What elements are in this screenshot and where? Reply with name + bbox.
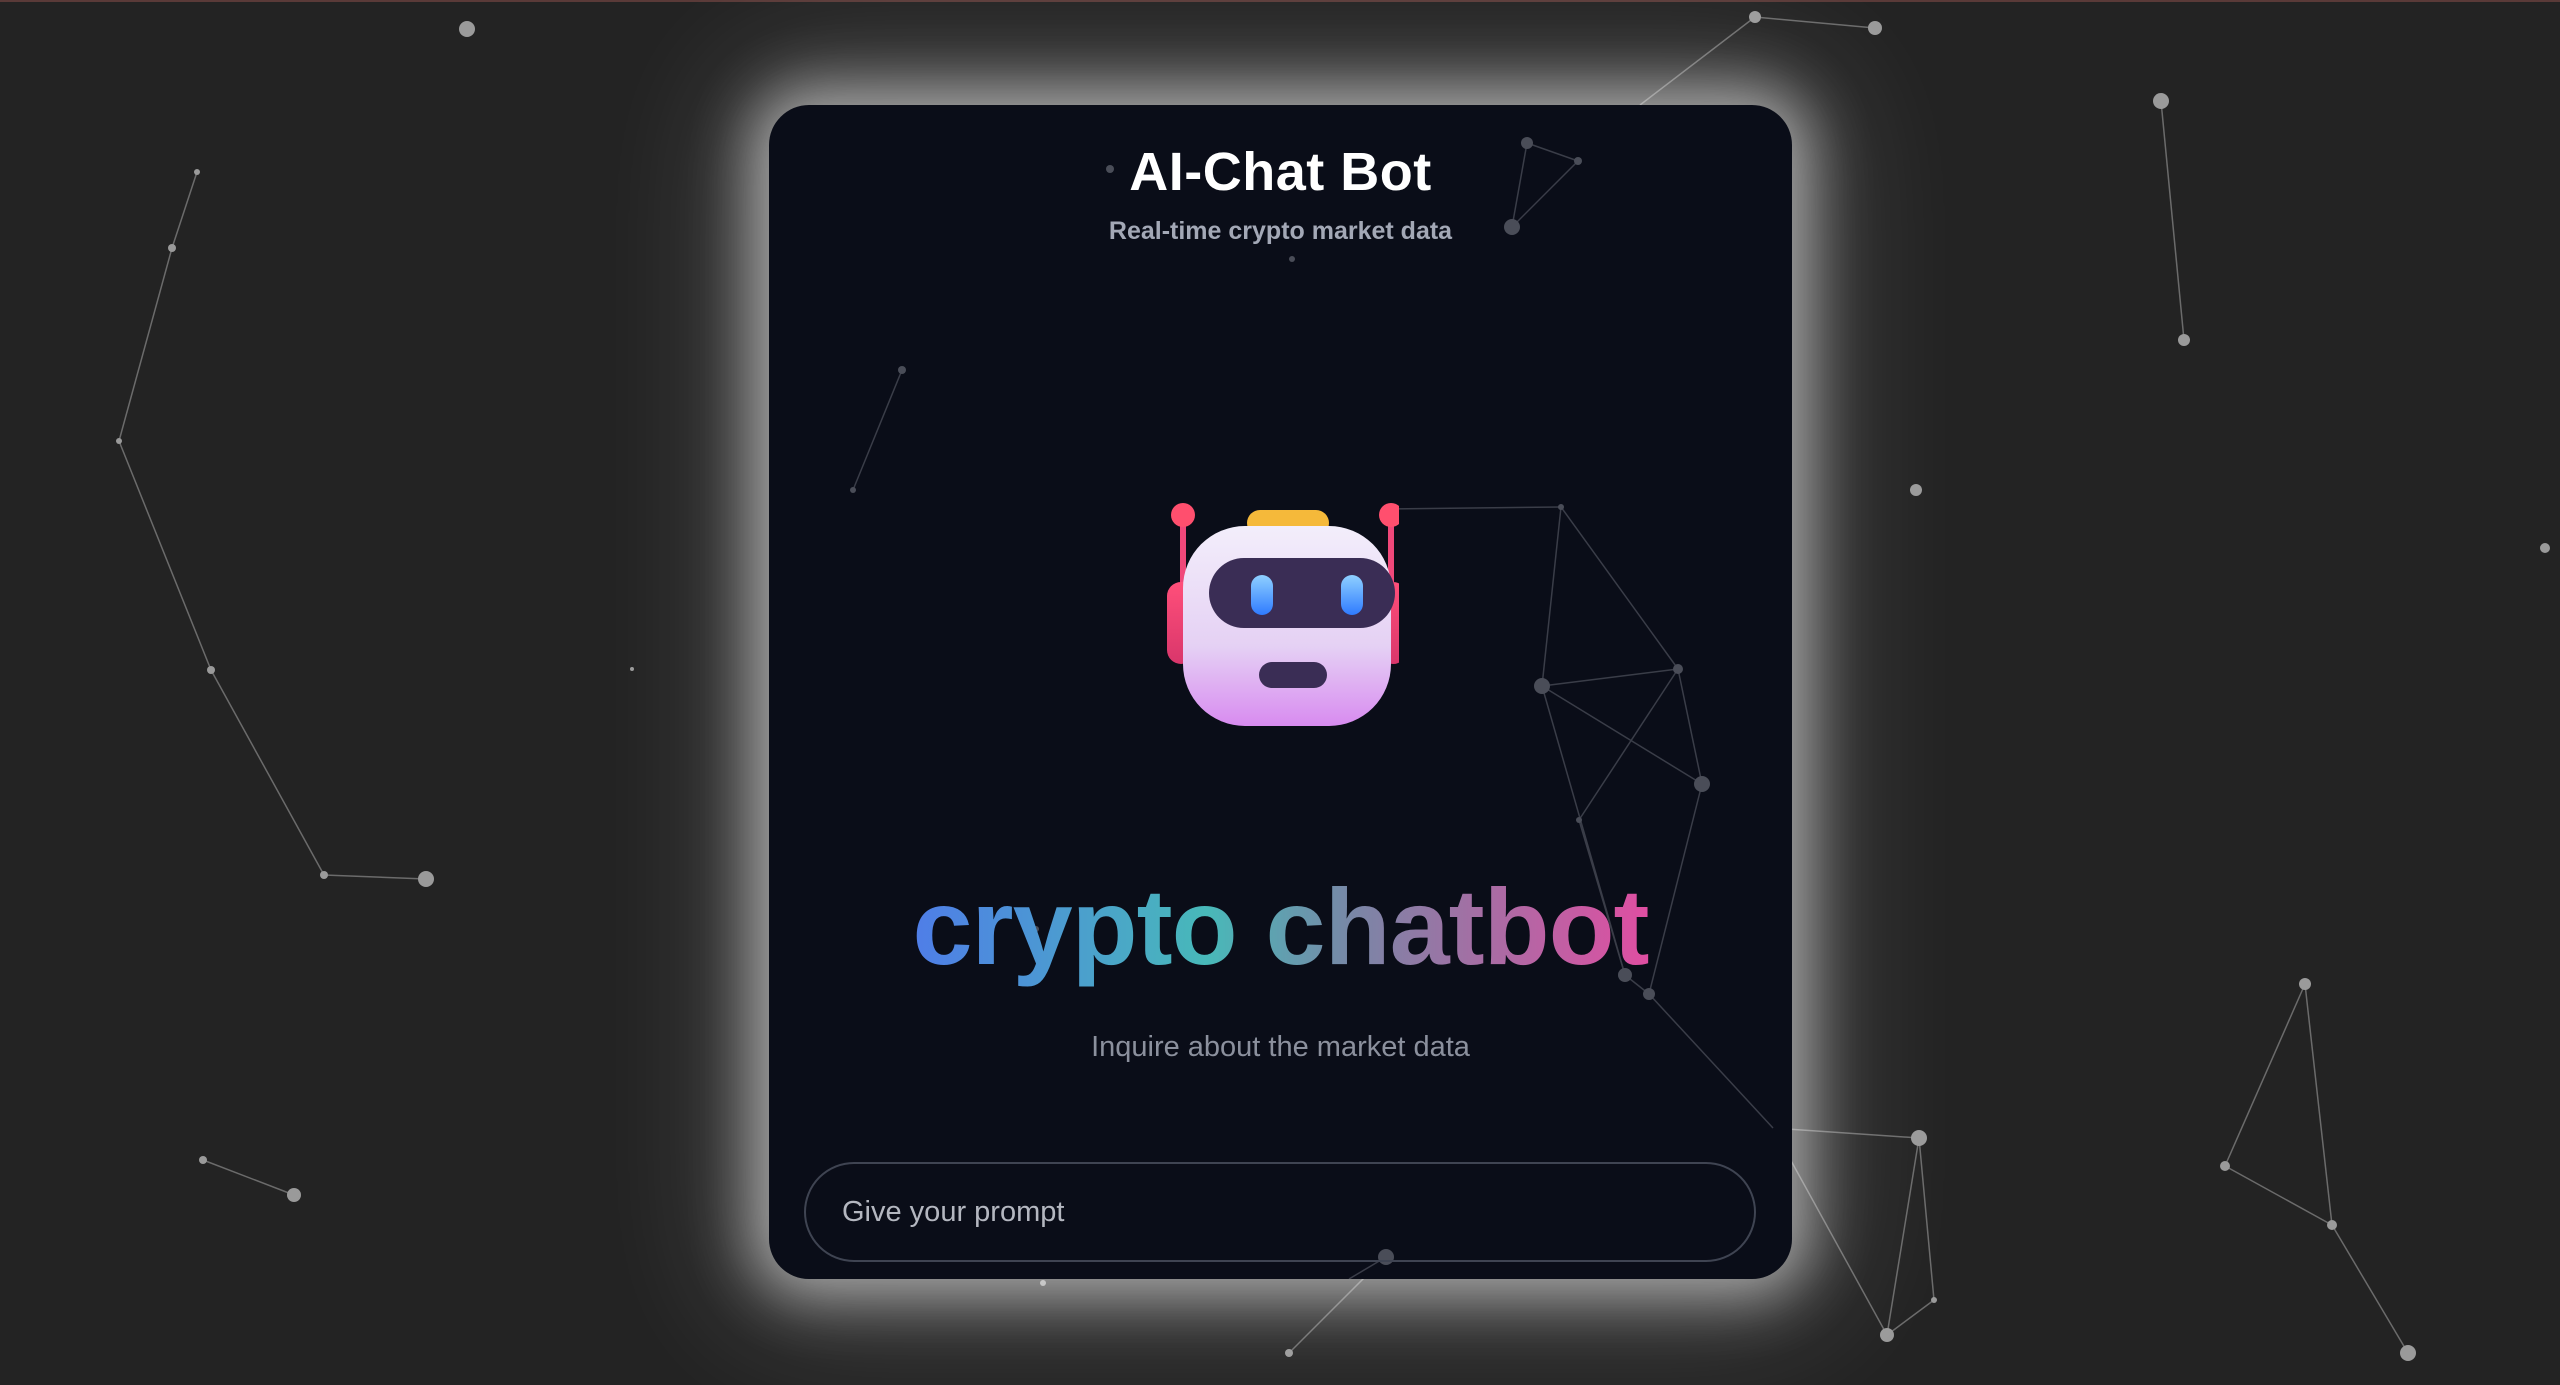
hero-headline-text: crypto chatbot xyxy=(912,866,1649,987)
app-title: AI-Chat Bot xyxy=(1129,142,1432,202)
app-subtitle: Real-time crypto market data xyxy=(1108,217,1453,245)
hero-headline: crypto chatbot xyxy=(769,870,1792,983)
robot-icon xyxy=(1167,503,1399,726)
hero-hint: Inquire about the market data xyxy=(1091,1031,1470,1063)
chat-card: AI-Chat Bot Real-time crypto market data xyxy=(769,105,1792,1279)
prompt-input[interactable] xyxy=(804,1162,1756,1262)
